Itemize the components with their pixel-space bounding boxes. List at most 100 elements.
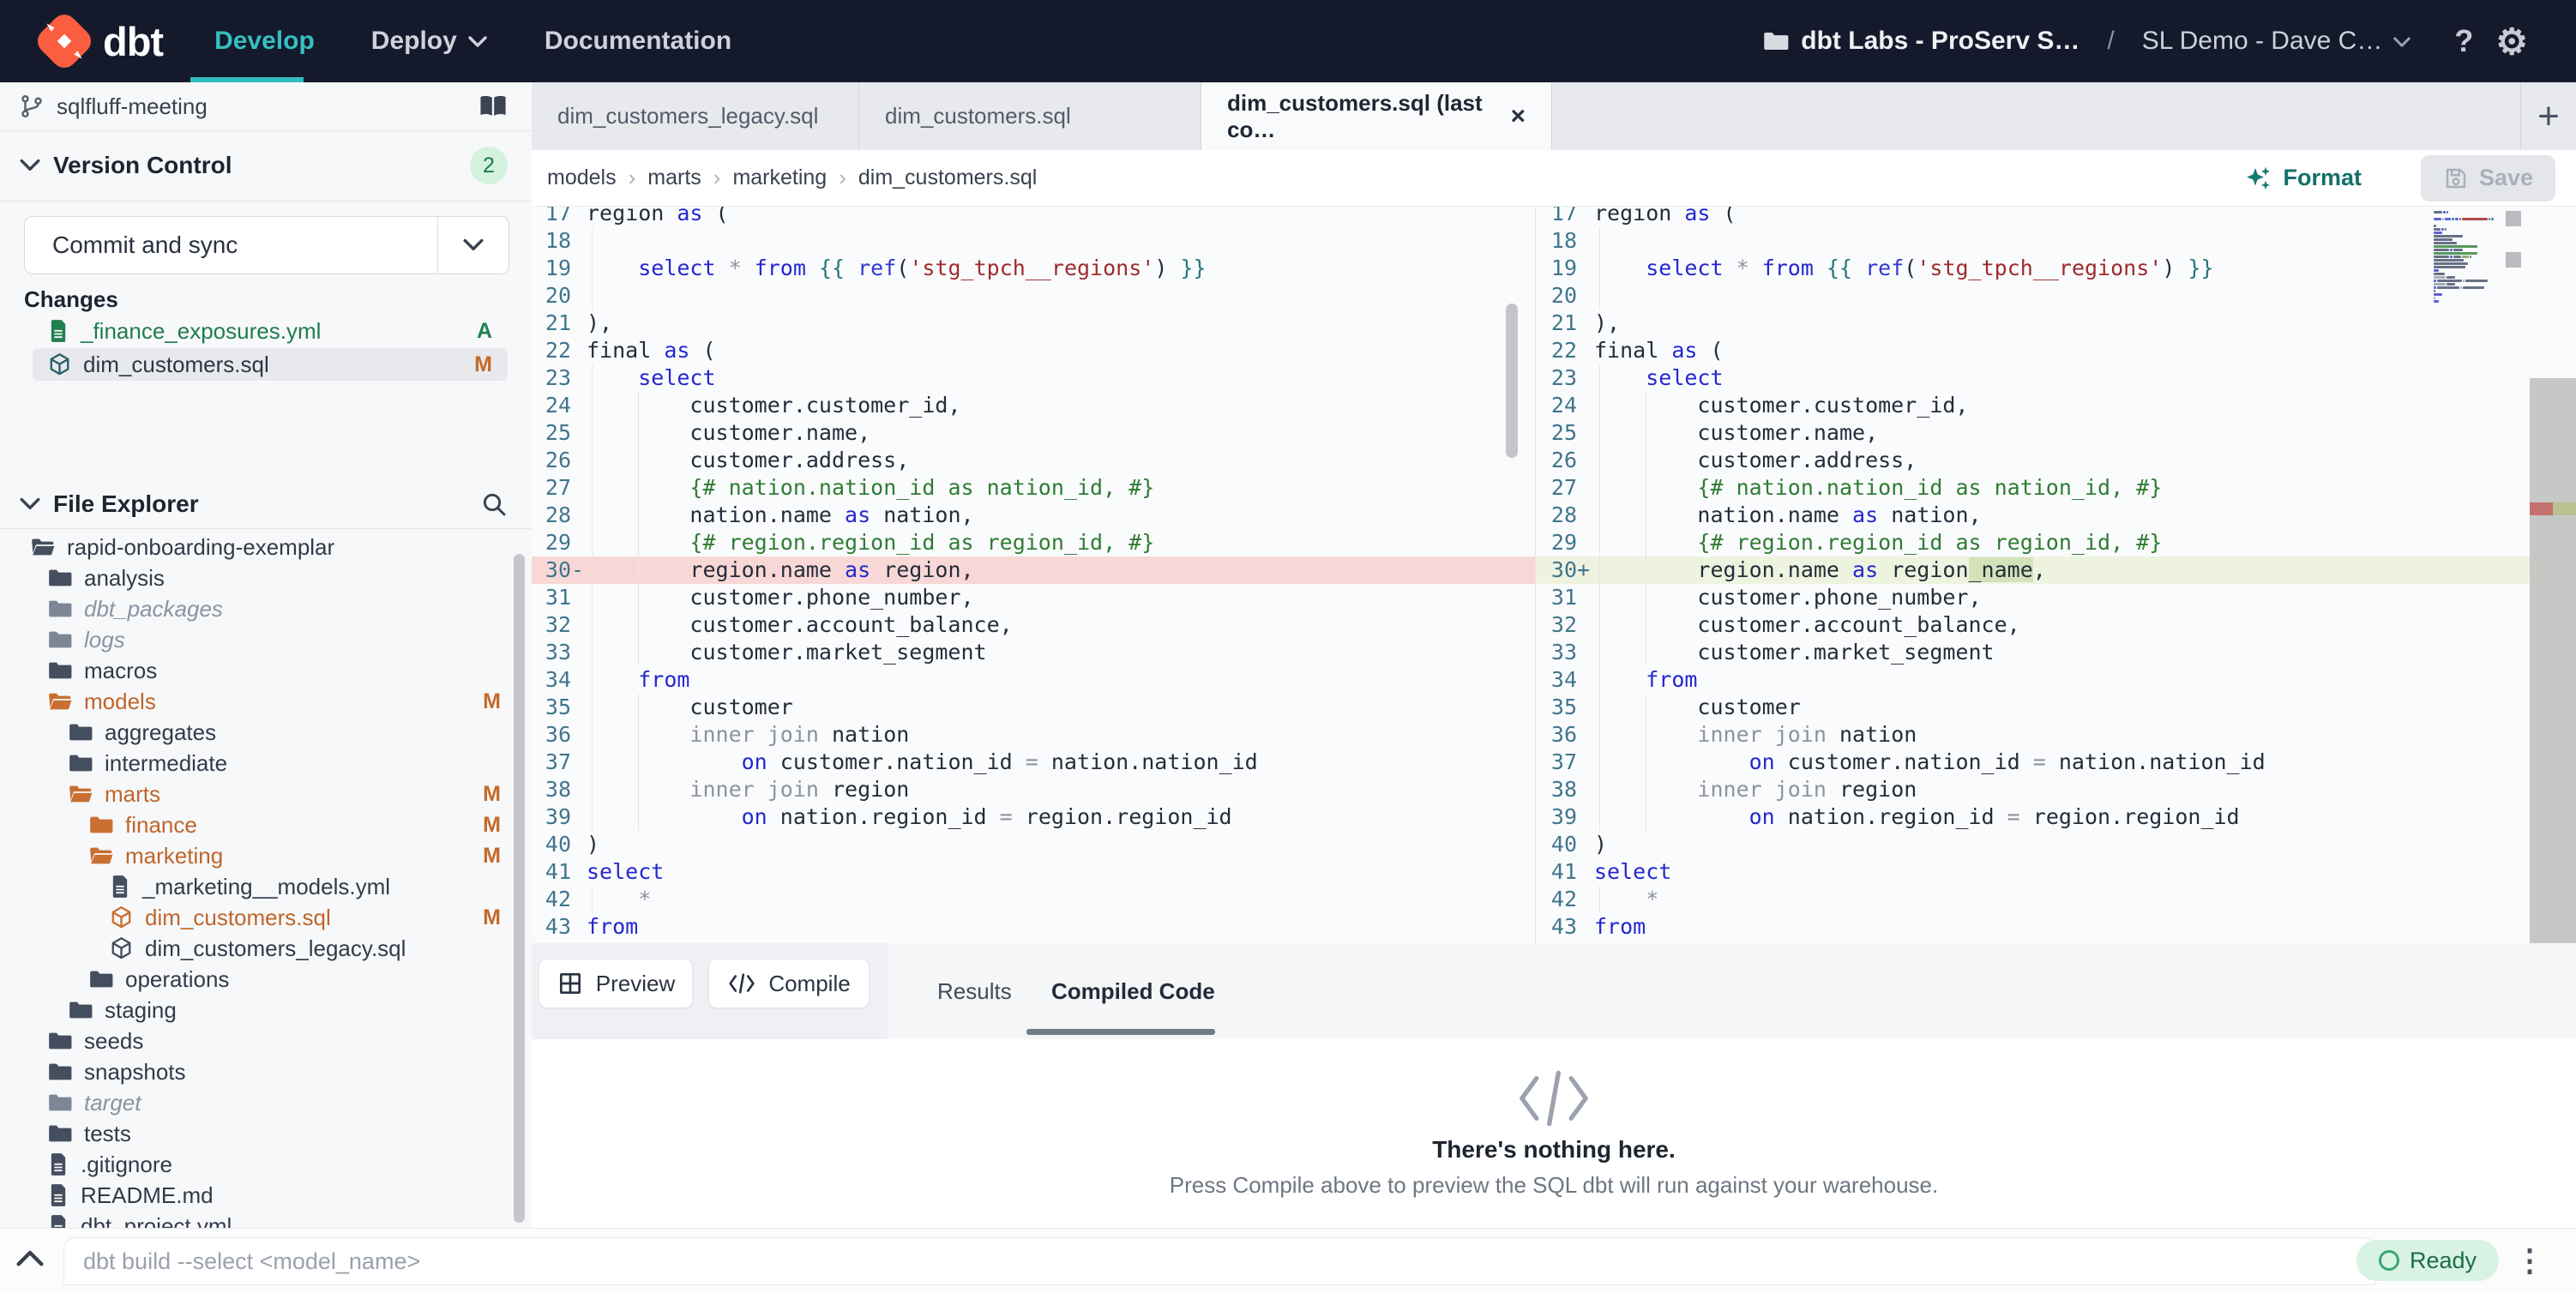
code-line-24[interactable]: 24 customer.customer_id, <box>532 392 1535 419</box>
kebab-menu-icon[interactable]: ⋮ <box>2514 1242 2545 1278</box>
account-selector[interactable]: dbt Labs - ProServ S… <box>1763 27 2079 56</box>
code-line-22[interactable]: 22final as ( <box>1536 337 2530 364</box>
code-line-28[interactable]: 28 nation.name as nation, <box>1536 502 2530 529</box>
code-line-36[interactable]: 36 inner join nation <box>1536 721 2530 749</box>
code-line-40[interactable]: 40) <box>532 831 1535 858</box>
code-line-41[interactable]: 41select <box>532 858 1535 886</box>
tree-item[interactable]: dbt_project.yml <box>0 1211 532 1228</box>
tree-item[interactable]: martsM <box>0 779 532 809</box>
tree-item[interactable]: snapshots <box>0 1056 532 1087</box>
code-line-30[interactable]: 30+ region.name as region_name, <box>1536 556 2530 584</box>
code-line-17[interactable]: 17region as ( <box>1536 207 2530 227</box>
code-line-20[interactable]: 20 <box>1536 282 2530 310</box>
change-item[interactable]: _finance_exposures.ymlA <box>33 315 508 347</box>
tree-item[interactable]: dim_customers.sqlM <box>0 902 532 933</box>
tree-item[interactable]: tests <box>0 1118 532 1149</box>
help-icon[interactable]: ? <box>2454 23 2473 59</box>
dbt-logo[interactable]: dbt <box>36 13 163 69</box>
code-line-18[interactable]: 18 <box>1536 227 2530 255</box>
code-line-33[interactable]: 33 customer.market_segment <box>1536 639 2530 666</box>
breadcrumb-item[interactable]: marts <box>647 165 701 190</box>
tab-dim-customers-diff[interactable]: dim_customers.sql (last co… × <box>1201 82 1552 150</box>
search-icon[interactable] <box>480 490 508 518</box>
code-line-23[interactable]: 23 select <box>532 364 1535 392</box>
code-line-27[interactable]: 27 {# nation.nation_id as nation_id, #} <box>1536 474 2530 502</box>
code-line-37[interactable]: 37 on customer.nation_id = nation.nation… <box>1536 749 2530 776</box>
editor-scrollbar-thumb[interactable] <box>1506 304 1518 458</box>
git-branch-row[interactable]: sqlfluff-meeting <box>0 82 532 130</box>
docs-book-icon[interactable] <box>478 93 508 119</box>
tree-item[interactable]: dim_customers_legacy.sql <box>0 933 532 964</box>
code-line-29[interactable]: 29 {# region.region_id as region_id, #} <box>532 529 1535 556</box>
tree-item[interactable]: seeds <box>0 1025 532 1056</box>
gear-icon[interactable]: ⚙ <box>2495 21 2528 63</box>
code-line-37[interactable]: 37 on customer.nation_id = nation.nation… <box>532 749 1535 776</box>
code-line-36[interactable]: 36 inner join nation <box>532 721 1535 749</box>
code-line-39[interactable]: 39 on nation.region_id = region.region_i… <box>532 803 1535 831</box>
code-line-17[interactable]: 17region as ( <box>532 207 1535 227</box>
code-line-41[interactable]: 41select <box>1536 858 2530 886</box>
tree-item[interactable]: intermediate <box>0 748 532 779</box>
change-item[interactable]: dim_customers.sqlM <box>33 348 508 381</box>
code-line-21[interactable]: 21), <box>532 310 1535 337</box>
code-line-19[interactable]: 19 select * from {{ ref('stg_tpch__regio… <box>1536 255 2530 282</box>
code-line-43[interactable]: 43from <box>532 913 1535 941</box>
tab-compiled-code[interactable]: Compiled Code <box>1051 943 1215 1039</box>
diff-pane-original[interactable]: 17region as (1819 select * from {{ ref('… <box>532 207 1535 944</box>
tree-item[interactable]: modelsM <box>0 686 532 717</box>
nav-item-develop[interactable]: Develop <box>214 27 315 56</box>
code-line-26[interactable]: 26 customer.address, <box>1536 447 2530 474</box>
code-line-38[interactable]: 38 inner join region <box>532 776 1535 803</box>
code-line-18[interactable]: 18 <box>532 227 1535 255</box>
code-line-21[interactable]: 21), <box>1536 310 2530 337</box>
code-line-31[interactable]: 31 customer.phone_number, <box>532 584 1535 611</box>
tab-dim-customers[interactable]: dim_customers.sql <box>859 82 1201 150</box>
file-tree-scrollbar[interactable] <box>514 554 525 1223</box>
nav-item-documentation[interactable]: Documentation <box>545 27 731 56</box>
tree-item[interactable]: .gitignore <box>0 1149 532 1180</box>
compile-button[interactable]: Compile <box>708 959 870 1008</box>
breadcrumb-item[interactable]: marketing <box>732 165 827 190</box>
minimap-slider[interactable] <box>2506 252 2521 268</box>
code-line-35[interactable]: 35 customer <box>1536 694 2530 721</box>
tree-item[interactable]: marketingM <box>0 840 532 871</box>
tree-item[interactable]: README.md <box>0 1180 532 1211</box>
code-line-22[interactable]: 22final as ( <box>532 337 1535 364</box>
code-line-38[interactable]: 38 inner join region <box>1536 776 2530 803</box>
breadcrumb-item[interactable]: models <box>547 165 617 190</box>
file-explorer-header[interactable]: File Explorer <box>0 480 532 528</box>
tree-item[interactable]: staging <box>0 995 532 1025</box>
format-button[interactable]: Format <box>2245 165 2362 192</box>
tree-item[interactable]: _marketing__models.yml <box>0 871 532 902</box>
tree-item[interactable]: dbt_packages <box>0 593 532 624</box>
code-line-23[interactable]: 23 select <box>1536 364 2530 392</box>
code-line-39[interactable]: 39 on nation.region_id = region.region_i… <box>1536 803 2530 831</box>
breadcrumb-item[interactable]: dim_customers.sql <box>858 165 1037 190</box>
minimap-slider[interactable] <box>2506 211 2521 226</box>
commit-and-sync-button[interactable]: Commit and sync <box>24 216 509 274</box>
code-line-27[interactable]: 27 {# nation.nation_id as nation_id, #} <box>532 474 1535 502</box>
code-line-30[interactable]: 30- region.name as region, <box>532 556 1535 584</box>
save-button[interactable]: Save <box>2421 155 2555 201</box>
code-line-35[interactable]: 35 customer <box>532 694 1535 721</box>
new-tab-button[interactable]: + <box>2520 82 2576 150</box>
code-line-42[interactable]: 42 * <box>532 886 1535 913</box>
tab-results[interactable]: Results <box>937 943 1012 1039</box>
code-line-42[interactable]: 42 * <box>1536 886 2530 913</box>
tree-item[interactable]: financeM <box>0 809 532 840</box>
version-control-header[interactable]: Version Control 2 <box>0 131 532 200</box>
code-line-33[interactable]: 33 customer.market_segment <box>532 639 1535 666</box>
code-line-25[interactable]: 25 customer.name, <box>1536 419 2530 447</box>
nav-item-deploy[interactable]: Deploy <box>371 27 488 56</box>
diff-pane-modified[interactable]: 17region as (1819 select * from {{ ref('… <box>1535 207 2530 944</box>
tree-item[interactable]: rapid-onboarding-exemplar <box>0 532 532 562</box>
code-line-32[interactable]: 32 customer.account_balance, <box>532 611 1535 639</box>
tree-item[interactable]: target <box>0 1087 532 1118</box>
tree-item[interactable]: macros <box>0 655 532 686</box>
tree-item[interactable]: operations <box>0 964 532 995</box>
preview-button[interactable]: Preview <box>539 959 693 1008</box>
code-line-20[interactable]: 20 <box>532 282 1535 310</box>
code-line-31[interactable]: 31 customer.phone_number, <box>1536 584 2530 611</box>
tree-item[interactable]: aggregates <box>0 717 532 748</box>
command-input[interactable] <box>63 1237 2375 1285</box>
